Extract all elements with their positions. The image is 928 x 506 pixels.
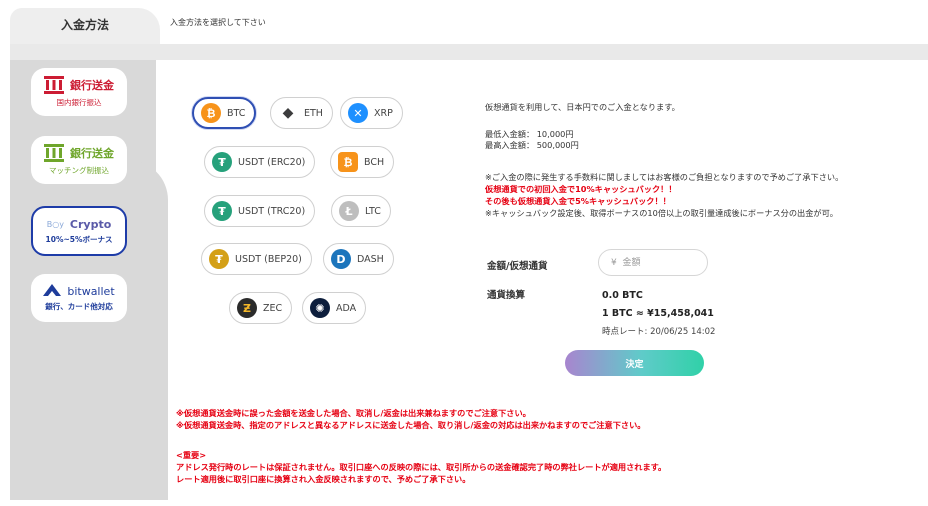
- conversion-value: 0.0 BTC: [602, 290, 643, 301]
- sidebar-item-sub: 国内銀行振込: [56, 98, 102, 107]
- info-intro: 仮想通貨を利用して、日本円でのご入金となります。: [485, 102, 680, 112]
- sidebar-item-sub: 銀行、カード他対応: [45, 302, 113, 311]
- sidebar-item-title: Crypto: [69, 217, 112, 231]
- sidebar-item-title: 銀行送金: [70, 79, 114, 92]
- coin-label: USDT (BEP20): [235, 253, 302, 265]
- exchange-rate: 1 BTC ≈ ¥15,458,041: [602, 308, 714, 319]
- zec-icon: Ƶ: [237, 298, 257, 318]
- coin-label: LTC: [365, 205, 381, 217]
- ada-icon: ✺: [310, 298, 330, 318]
- amount-label: 金額/仮想通貨: [487, 261, 548, 272]
- usdt-bep20-icon: ₮: [209, 249, 229, 269]
- instruction-text: 入金方法を選択して下さい: [170, 18, 266, 27]
- sidebar-item-sub: 10%~5%ボーナス: [45, 234, 113, 244]
- info-bonus-note: ※キャッシュバック設定後、取得ボーナスの10倍以上の取引量達成後にボーナス分の出…: [485, 208, 838, 218]
- sidebar-item-sub: マッチング制振込: [49, 166, 109, 175]
- top-bar: 入金方法 入金方法を選択して下さい: [0, 0, 928, 45]
- sidebar-item-bitwallet[interactable]: bitwallet 銀行、カード他対応: [31, 274, 127, 322]
- eth-icon: ◆: [282, 105, 294, 121]
- coin-label: XRP: [374, 107, 393, 119]
- coin-usdt-erc20-button[interactable]: ₮ USDT (ERC20): [204, 146, 316, 178]
- coin-label: USDT (TRC20): [238, 205, 306, 217]
- coin-xrp-button[interactable]: ✕ XRP: [340, 97, 403, 129]
- sidebar-item-title: bitwallet: [67, 284, 115, 298]
- coin-usdt-bep20-button[interactable]: ₮ USDT (BEP20): [201, 243, 312, 275]
- crypto-logo-icon: B○y: [46, 219, 64, 229]
- coin-dash-button[interactable]: D DASH: [323, 243, 394, 275]
- sidebar-curve: [128, 160, 168, 500]
- coin-ada-button[interactable]: ✺ ADA: [302, 292, 367, 324]
- tab-deposit-method[interactable]: 入金方法: [10, 8, 160, 45]
- sidebar-item-title: 銀行送金: [70, 147, 114, 160]
- info-cashback-later: その後も仮想通貨入金で5%キャッシュバック！！: [485, 196, 671, 206]
- coin-bch-button[interactable]: ₿ BCH: [330, 146, 395, 178]
- coin-label: ADA: [336, 302, 357, 314]
- coin-zec-button[interactable]: Ƶ ZEC: [229, 292, 293, 324]
- sidebar-item-crypto[interactable]: B○y Crypto 10%~5%ボーナス: [31, 206, 127, 256]
- coin-btc-button[interactable]: ₿ BTC: [192, 97, 257, 129]
- coin-label: ZEC: [263, 302, 283, 314]
- bch-icon: ₿: [338, 152, 358, 172]
- bitwallet-logo-icon: [43, 284, 62, 296]
- bank-icon: [44, 144, 64, 162]
- coin-label: BCH: [364, 156, 385, 168]
- important-rate-note: アドレス発行時のレートは保証されません。取引口座への反映の際には、取引所からの送…: [176, 462, 667, 472]
- amount-input[interactable]: [598, 249, 708, 276]
- info-cashback-first: 仮想通貨での初回入金で10%キャッシュバック！！: [485, 184, 677, 194]
- important-heading: <重要>: [176, 450, 207, 460]
- main-panel: [156, 60, 928, 500]
- usdt-icon: ₮: [212, 152, 232, 172]
- info-fee-note: ※ご入金の際に発生する手数料に関しましてはお客様のご負担となりますので予めご了承…: [485, 172, 844, 182]
- info-max-amount: 最高入金額： 500,000円: [485, 140, 579, 150]
- ltc-icon: Ł: [339, 201, 359, 221]
- sidebar-item-bank-matching[interactable]: 銀行送金 マッチング制振込: [31, 136, 127, 184]
- xrp-icon: ✕: [348, 103, 368, 123]
- usdt-trc20-icon: ₮: [212, 201, 232, 221]
- coin-eth-button[interactable]: ◆ ETH: [270, 97, 333, 129]
- rate-timestamp: 時点レート: 20/06/25 14:02: [602, 327, 716, 337]
- warning-wrong-address: ※仮想通貨送金時、指定のアドレスと異なるアドレスに送金した場合、取り消し/返金の…: [176, 420, 646, 430]
- conversion-label: 通貨換算: [487, 290, 526, 301]
- dash-icon: D: [331, 249, 351, 269]
- btc-icon: ₿: [201, 103, 221, 123]
- coin-label: ETH: [304, 107, 323, 119]
- warning-wrong-amount: ※仮想通貨送金時に誤った金額を送金した場合、取消し/返金は出来兼ねますのでご注意…: [176, 408, 531, 418]
- coin-label: BTC: [227, 107, 246, 119]
- important-reflect-note: レート適用後に取引口座に換算され入金反映されますので、予めご了承下さい。: [176, 474, 471, 484]
- coin-label: USDT (ERC20): [238, 156, 306, 168]
- coin-usdt-trc20-button[interactable]: ₮ USDT (TRC20): [204, 195, 316, 227]
- submit-button[interactable]: 決定: [565, 350, 704, 376]
- coin-ltc-button[interactable]: Ł LTC: [331, 195, 391, 227]
- bank-icon: [44, 76, 64, 94]
- coin-label: DASH: [357, 253, 384, 265]
- sidebar-item-bank-domestic[interactable]: 銀行送金 国内銀行振込: [31, 68, 127, 116]
